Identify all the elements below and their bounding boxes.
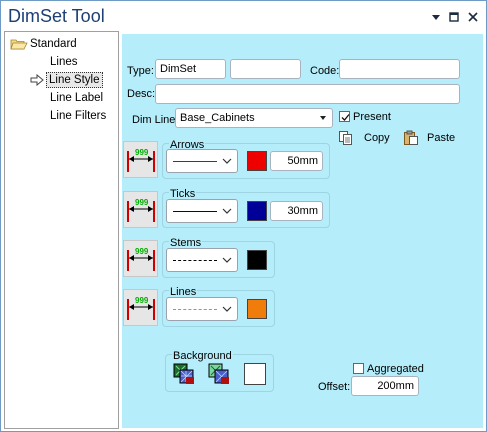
maximize-icon[interactable] bbox=[447, 10, 461, 24]
stems-preview: 999 bbox=[123, 240, 158, 277]
type-label: Type: bbox=[127, 65, 154, 77]
paste-icon bbox=[403, 130, 419, 146]
dim-line-label: Dim Line: bbox=[132, 114, 179, 126]
copy-button[interactable]: Copy bbox=[338, 130, 390, 146]
dimension-preview-icon: 999 bbox=[127, 296, 155, 320]
dimension-preview-icon: 999 bbox=[127, 148, 155, 172]
dim-line-select[interactable]: Base_Cabinets bbox=[175, 108, 333, 128]
arrows-color-swatch[interactable] bbox=[247, 151, 267, 171]
dimension-preview-icon: 999 bbox=[127, 247, 155, 271]
line-sample bbox=[173, 161, 217, 162]
tree-item-line-label[interactable]: Line Label bbox=[48, 90, 105, 106]
dim-line-value: Base_Cabinets bbox=[180, 112, 255, 124]
present-label: Present bbox=[353, 111, 391, 123]
chevron-down-icon bbox=[222, 208, 232, 214]
tree-item-line-filters[interactable]: Line Filters bbox=[48, 108, 108, 124]
tree-item-label: Line Label bbox=[50, 92, 104, 104]
svg-text:999: 999 bbox=[135, 296, 149, 305]
copy-icon bbox=[338, 130, 354, 146]
arrows-preview: 999 bbox=[123, 141, 158, 178]
chevron-down-icon bbox=[222, 306, 232, 312]
dropdown-menu-icon[interactable] bbox=[429, 10, 443, 24]
arrow-right-icon bbox=[30, 73, 46, 87]
background-title: Background bbox=[172, 350, 233, 362]
line-sample bbox=[173, 211, 217, 212]
svg-text:999: 999 bbox=[135, 247, 149, 256]
chevron-down-icon bbox=[222, 158, 232, 164]
navigation-tree: Standard Lines Line Style Line Label Lin… bbox=[4, 31, 119, 429]
stems-line-select[interactable] bbox=[166, 248, 238, 272]
copy-label: Copy bbox=[364, 132, 390, 144]
tree-item-label: Line Style bbox=[46, 72, 103, 88]
code-field[interactable] bbox=[339, 59, 460, 79]
dimset-tool-window: DimSet Tool Standard Lines Line Style Li… bbox=[0, 0, 487, 432]
paste-button[interactable]: Paste bbox=[403, 130, 455, 146]
ticks-line-select[interactable] bbox=[166, 199, 238, 223]
ticks-color-swatch[interactable] bbox=[247, 201, 267, 221]
ticks-size-field[interactable]: 30mm bbox=[270, 201, 323, 221]
lines-line-select[interactable] bbox=[166, 297, 238, 321]
stems-color-swatch[interactable] bbox=[247, 250, 267, 270]
tree-root-standard[interactable]: Standard bbox=[10, 36, 79, 52]
type-secondary-field[interactable] bbox=[230, 59, 301, 79]
svg-text:999: 999 bbox=[135, 198, 149, 207]
ticks-preview: 999 bbox=[123, 191, 158, 228]
code-label: Code: bbox=[310, 65, 340, 77]
lines-preview: 999 bbox=[123, 289, 158, 326]
aggregated-label: Aggregated bbox=[367, 363, 424, 375]
title-bar: DimSet Tool bbox=[1, 1, 486, 31]
folder-open-icon bbox=[10, 37, 28, 51]
background-pattern-icon[interactable] bbox=[208, 363, 230, 385]
type-field[interactable]: DimSet bbox=[155, 59, 226, 79]
present-checkbox[interactable] bbox=[339, 111, 350, 122]
tree-item-line-style[interactable]: Line Style bbox=[30, 72, 103, 88]
tree-item-lines[interactable]: Lines bbox=[48, 54, 80, 70]
tree-root-label: Standard bbox=[30, 38, 77, 50]
offset-label: Offset: bbox=[318, 381, 351, 393]
arrows-line-select[interactable] bbox=[166, 149, 238, 173]
background-fill-icon[interactable] bbox=[173, 363, 195, 385]
chevron-down-icon bbox=[222, 257, 232, 263]
line-style-panel: Type: DimSet Code: Desc: Dim Line: Base_… bbox=[122, 34, 483, 428]
line-sample bbox=[173, 309, 217, 310]
aggregated-checkbox[interactable] bbox=[353, 363, 364, 374]
background-color-swatch[interactable] bbox=[244, 363, 266, 385]
desc-field[interactable] bbox=[155, 84, 460, 104]
line-sample bbox=[173, 260, 217, 261]
desc-label: Desc: bbox=[127, 88, 156, 100]
window-title: DimSet Tool bbox=[8, 6, 105, 26]
tree-item-label: Lines bbox=[50, 56, 78, 68]
close-icon[interactable] bbox=[466, 10, 480, 24]
paste-label: Paste bbox=[427, 132, 456, 144]
offset-field[interactable]: 200mm bbox=[351, 376, 419, 396]
arrows-size-field[interactable]: 50mm bbox=[270, 151, 323, 171]
tree-item-label: Line Filters bbox=[50, 110, 107, 122]
dropdown-arrow-icon bbox=[320, 116, 326, 120]
lines-color-swatch[interactable] bbox=[247, 299, 267, 319]
dimension-preview-icon: 999 bbox=[127, 198, 155, 222]
svg-text:999: 999 bbox=[135, 148, 149, 157]
